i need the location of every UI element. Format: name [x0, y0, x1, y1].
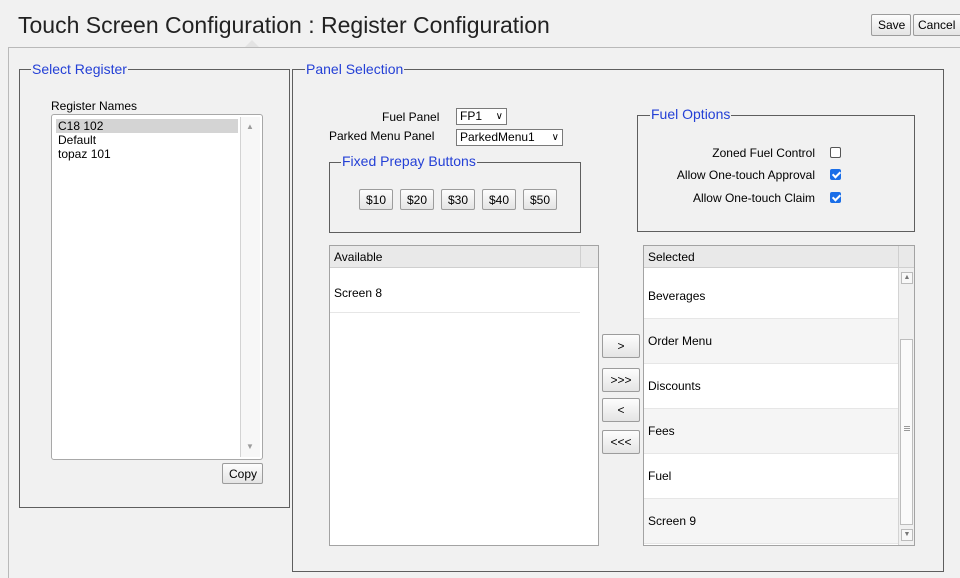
selected-grid[interactable]: Selected Beverages Order Menu Discounts …: [643, 245, 915, 546]
selected-row-screen-9[interactable]: Screen 9: [644, 499, 898, 544]
copy-button[interactable]: Copy: [222, 463, 263, 484]
title-divider: [8, 47, 960, 48]
selected-row-fuel[interactable]: Fuel: [644, 454, 898, 499]
available-item-label: Screen 8: [334, 286, 383, 300]
chevron-down-icon: ∨: [551, 132, 559, 143]
listbox-scrollbar[interactable]: ▲ ▼: [240, 117, 260, 457]
scroll-down-icon[interactable]: ▼: [901, 529, 913, 541]
move-right-button[interactable]: >: [602, 334, 640, 358]
chevron-down-icon: ∨: [495, 111, 503, 122]
prepay-10-button[interactable]: $10: [359, 189, 393, 210]
parked-menu-panel-label: Parked Menu Panel: [329, 129, 435, 143]
header-divider: [580, 246, 581, 268]
available-header-label: Available: [334, 250, 383, 264]
select-register-legend: Select Register: [31, 61, 128, 77]
move-all-left-button[interactable]: <<<: [602, 430, 640, 454]
header-divider: [898, 246, 899, 268]
fuel-panel-select[interactable]: FP1 ∨: [456, 108, 507, 125]
save-button[interactable]: Save: [871, 14, 911, 36]
left-border: [8, 47, 9, 578]
register-names-listbox[interactable]: C18 102 Default topaz 101 ▲ ▼: [51, 114, 263, 460]
selected-grid-header: Selected: [644, 246, 914, 268]
scroll-up-icon[interactable]: ▲: [901, 272, 913, 284]
fixed-prepay-legend: Fixed Prepay Buttons: [341, 153, 477, 169]
selected-row-fees[interactable]: Fees: [644, 409, 898, 454]
register-item-topaz-101[interactable]: topaz 101: [58, 148, 111, 161]
cancel-button[interactable]: Cancel: [913, 14, 960, 36]
selected-grid-scrollbar[interactable]: ▲ ▼: [898, 268, 914, 545]
selected-row-order-menu[interactable]: Order Menu: [644, 319, 898, 364]
available-grid-header: Available: [330, 246, 598, 268]
allow-one-touch-claim-label: Allow One-touch Claim: [692, 191, 815, 205]
fuel-panel-value: FP1: [460, 109, 483, 123]
zoned-fuel-control-checkbox[interactable]: [830, 147, 841, 158]
selected-rows-viewport: Beverages Order Menu Discounts Fees Fuel…: [644, 268, 898, 545]
move-left-button[interactable]: <: [602, 398, 640, 422]
selected-item-label: Discounts: [648, 379, 701, 393]
move-all-right-button[interactable]: >>>: [602, 368, 640, 392]
selected-row-discounts[interactable]: Discounts: [644, 364, 898, 409]
parked-menu-panel-select[interactable]: ParkedMenu1 ∨: [456, 129, 563, 146]
available-row-screen-8[interactable]: Screen 8: [330, 268, 580, 313]
fuel-options-legend: Fuel Options: [650, 106, 732, 122]
prepay-30-button[interactable]: $30: [441, 189, 475, 210]
panel-selection-legend: Panel Selection: [305, 61, 405, 77]
allow-one-touch-claim-checkbox[interactable]: [830, 192, 841, 203]
fuel-panel-label: Fuel Panel: [382, 110, 440, 124]
selected-item-label: Fuel: [648, 469, 672, 483]
parked-menu-panel-value: ParkedMenu1: [460, 130, 535, 144]
selected-item-label: Fees: [648, 424, 675, 438]
prepay-40-button[interactable]: $40: [482, 189, 516, 210]
available-grid[interactable]: Available Screen 8: [329, 245, 599, 546]
prepay-50-button[interactable]: $50: [523, 189, 557, 210]
selected-item-label: Screen 9: [648, 514, 697, 528]
allow-one-touch-approval-checkbox[interactable]: [830, 169, 841, 180]
selected-item-label: Order Menu: [648, 334, 713, 348]
scroll-up-icon[interactable]: ▲: [246, 122, 254, 131]
zoned-fuel-control-label: Zoned Fuel Control: [712, 146, 815, 160]
prepay-20-button[interactable]: $20: [400, 189, 434, 210]
selected-row-beverages[interactable]: Beverages: [644, 274, 898, 319]
page-title: Touch Screen Configuration : Register Co…: [18, 12, 550, 38]
register-item-default[interactable]: Default: [58, 134, 96, 147]
grip-icon: [904, 426, 910, 427]
selected-header-label: Selected: [648, 250, 695, 264]
scrollbar-thumb[interactable]: [900, 339, 913, 525]
register-item-c18-102[interactable]: C18 102: [58, 120, 103, 133]
selected-item-label: Beverages: [648, 289, 706, 303]
register-names-label: Register Names: [51, 99, 138, 113]
allow-one-touch-approval-label: Allow One-touch Approval: [676, 168, 815, 182]
scroll-down-icon[interactable]: ▼: [246, 442, 254, 451]
